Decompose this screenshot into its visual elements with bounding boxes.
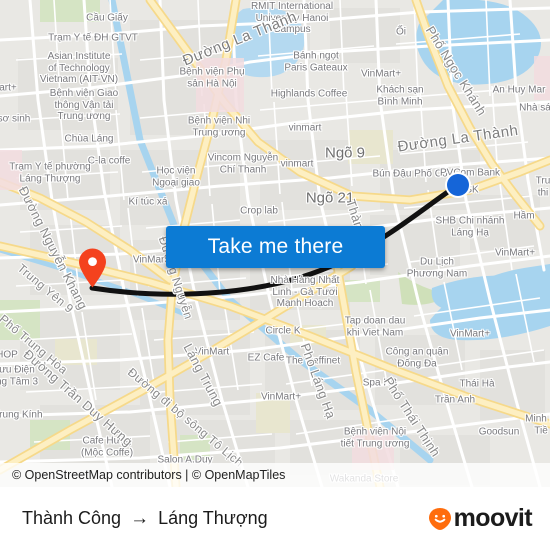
route-summary: Thành Công → Láng Thượng bbox=[22, 487, 268, 550]
moovit-logo[interactable]: moovit bbox=[427, 487, 533, 550]
origin-pin-marker[interactable] bbox=[78, 248, 107, 288]
moovit-wordmark: moovit bbox=[453, 504, 533, 532]
footer-bar: Thành Công → Láng Thượng moovit bbox=[0, 487, 550, 550]
origin-label: Thành Công bbox=[22, 508, 122, 528]
destination-label: Láng Thượng bbox=[158, 508, 268, 528]
map-screenshot: Cầu Giấy Trạm Y tế ĐH GTVT Asian Institute… bbox=[0, 0, 550, 550]
take-me-there-button[interactable]: Take me there bbox=[166, 226, 385, 268]
attribution-text[interactable]: © OpenStreetMap contributors | © OpenMap… bbox=[12, 468, 285, 482]
origin-pin-icon bbox=[79, 248, 106, 288]
arrow-right-icon: → bbox=[130, 508, 150, 529]
destination-dot-icon bbox=[445, 172, 471, 198]
moovit-pin-smiley-icon bbox=[428, 507, 451, 530]
map-canvas[interactable]: Cầu Giấy Trạm Y tế ĐH GTVT Asian Institute… bbox=[0, 0, 550, 487]
map-attribution-bar: © OpenStreetMap contributors | © OpenMap… bbox=[0, 463, 550, 487]
destination-dot-marker[interactable] bbox=[444, 171, 472, 199]
